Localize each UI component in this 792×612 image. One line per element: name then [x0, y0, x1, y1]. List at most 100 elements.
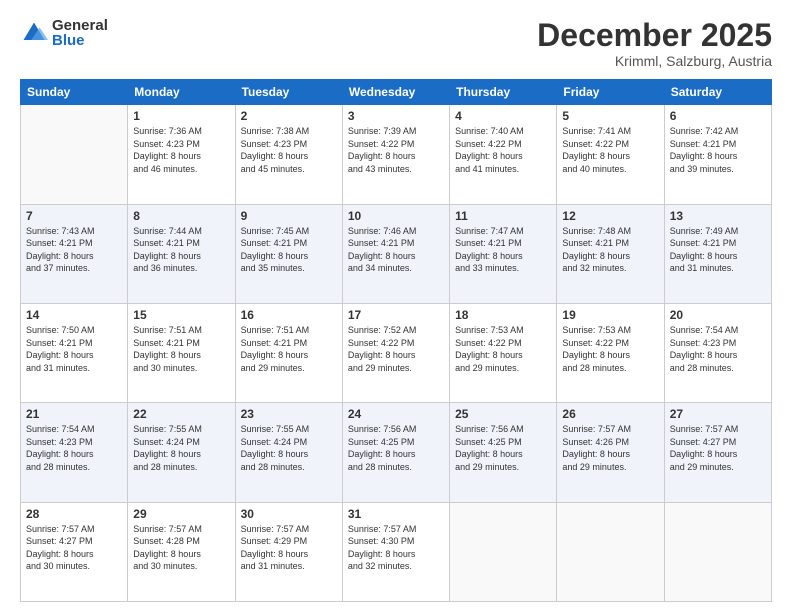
day-info: Sunrise: 7:57 AM Sunset: 4:26 PM Dayligh…	[562, 423, 658, 473]
day-number: 1	[133, 109, 229, 123]
logo-icon	[20, 19, 48, 47]
calendar-cell: 21 Sunrise: 7:54 AM Sunset: 4:23 PM Dayli…	[21, 403, 128, 502]
day-number: 3	[348, 109, 444, 123]
calendar-cell: 8 Sunrise: 7:44 AM Sunset: 4:21 PM Daylig…	[128, 204, 235, 303]
day-number: 30	[241, 507, 337, 521]
day-info: Sunrise: 7:57 AM Sunset: 4:27 PM Dayligh…	[670, 423, 766, 473]
day-info: Sunrise: 7:43 AM Sunset: 4:21 PM Dayligh…	[26, 225, 122, 275]
calendar-cell: 9 Sunrise: 7:45 AM Sunset: 4:21 PM Daylig…	[235, 204, 342, 303]
calendar-cell: 19 Sunrise: 7:53 AM Sunset: 4:22 PM Dayli…	[557, 303, 664, 402]
day-info: Sunrise: 7:45 AM Sunset: 4:21 PM Dayligh…	[241, 225, 337, 275]
day-info: Sunrise: 7:44 AM Sunset: 4:21 PM Dayligh…	[133, 225, 229, 275]
calendar-cell	[450, 502, 557, 601]
day-info: Sunrise: 7:51 AM Sunset: 4:21 PM Dayligh…	[241, 324, 337, 374]
day-info: Sunrise: 7:55 AM Sunset: 4:24 PM Dayligh…	[133, 423, 229, 473]
day-info: Sunrise: 7:57 AM Sunset: 4:27 PM Dayligh…	[26, 523, 122, 573]
calendar-cell: 6Sunrise: 7:42 AM Sunset: 4:21 PM Daylig…	[664, 105, 771, 204]
weekday-saturday: Saturday	[664, 80, 771, 105]
day-info: Sunrise: 7:50 AM Sunset: 4:21 PM Dayligh…	[26, 324, 122, 374]
calendar-cell: 3 Sunrise: 7:39 AM Sunset: 4:22 PM Daylig…	[342, 105, 449, 204]
day-info: Sunrise: 7:46 AM Sunset: 4:21 PM Dayligh…	[348, 225, 444, 275]
day-number: 16	[241, 308, 337, 322]
weekday-tuesday: Tuesday	[235, 80, 342, 105]
day-info: Sunrise: 7:48 AM Sunset: 4:21 PM Dayligh…	[562, 225, 658, 275]
day-number: 17	[348, 308, 444, 322]
day-number: 19	[562, 308, 658, 322]
day-number: 11	[455, 209, 551, 223]
day-number: 7	[26, 209, 122, 223]
day-number: 5	[562, 109, 658, 123]
day-number: 24	[348, 407, 444, 421]
location: Krimml, Salzburg, Austria	[537, 53, 772, 69]
day-number: 9	[241, 209, 337, 223]
day-number: 26	[562, 407, 658, 421]
calendar-cell: 16 Sunrise: 7:51 AM Sunset: 4:21 PM Dayli…	[235, 303, 342, 402]
header: General Blue December 2025 Krimml, Salzb…	[20, 18, 772, 69]
day-number: 8	[133, 209, 229, 223]
calendar-cell: 20Sunrise: 7:54 AM Sunset: 4:23 PM Dayli…	[664, 303, 771, 402]
weekday-monday: Monday	[128, 80, 235, 105]
weekday-header-row: SundayMondayTuesdayWednesdayThursdayFrid…	[21, 80, 772, 105]
weekday-wednesday: Wednesday	[342, 80, 449, 105]
day-info: Sunrise: 7:41 AM Sunset: 4:22 PM Dayligh…	[562, 125, 658, 175]
logo-blue: Blue	[52, 33, 108, 48]
day-info: Sunrise: 7:38 AM Sunset: 4:23 PM Dayligh…	[241, 125, 337, 175]
calendar-cell: 11 Sunrise: 7:47 AM Sunset: 4:21 PM Dayli…	[450, 204, 557, 303]
calendar-cell	[557, 502, 664, 601]
calendar-week-1: 7 Sunrise: 7:43 AM Sunset: 4:21 PM Daylig…	[21, 204, 772, 303]
calendar-cell	[664, 502, 771, 601]
calendar-cell: 1Sunrise: 7:36 AM Sunset: 4:23 PM Daylig…	[128, 105, 235, 204]
calendar-cell: 17Sunrise: 7:52 AM Sunset: 4:22 PM Dayli…	[342, 303, 449, 402]
month-title: December 2025	[537, 18, 772, 53]
logo-text: General Blue	[52, 18, 108, 48]
calendar-cell	[21, 105, 128, 204]
page: General Blue December 2025 Krimml, Salzb…	[0, 0, 792, 612]
logo-general: General	[52, 18, 108, 33]
day-number: 4	[455, 109, 551, 123]
day-number: 12	[562, 209, 658, 223]
calendar-week-4: 28 Sunrise: 7:57 AM Sunset: 4:27 PM Dayli…	[21, 502, 772, 601]
day-number: 6	[670, 109, 766, 123]
day-number: 22	[133, 407, 229, 421]
calendar-cell: 2Sunrise: 7:38 AM Sunset: 4:23 PM Daylig…	[235, 105, 342, 204]
day-info: Sunrise: 7:53 AM Sunset: 4:22 PM Dayligh…	[455, 324, 551, 374]
day-number: 21	[26, 407, 122, 421]
day-number: 18	[455, 308, 551, 322]
weekday-sunday: Sunday	[21, 80, 128, 105]
calendar-cell: 12 Sunrise: 7:48 AM Sunset: 4:21 PM Dayli…	[557, 204, 664, 303]
calendar-cell: 7 Sunrise: 7:43 AM Sunset: 4:21 PM Daylig…	[21, 204, 128, 303]
day-info: Sunrise: 7:56 AM Sunset: 4:25 PM Dayligh…	[348, 423, 444, 473]
day-info: Sunrise: 7:57 AM Sunset: 4:28 PM Dayligh…	[133, 523, 229, 573]
calendar-cell: 26 Sunrise: 7:57 AM Sunset: 4:26 PM Dayli…	[557, 403, 664, 502]
day-info: Sunrise: 7:49 AM Sunset: 4:21 PM Dayligh…	[670, 225, 766, 275]
day-number: 31	[348, 507, 444, 521]
day-number: 14	[26, 308, 122, 322]
calendar-cell: 23 Sunrise: 7:55 AM Sunset: 4:24 PM Dayli…	[235, 403, 342, 502]
calendar-cell: 22 Sunrise: 7:55 AM Sunset: 4:24 PM Dayli…	[128, 403, 235, 502]
calendar: SundayMondayTuesdayWednesdayThursdayFrid…	[20, 79, 772, 602]
calendar-cell: 29Sunrise: 7:57 AM Sunset: 4:28 PM Dayli…	[128, 502, 235, 601]
day-info: Sunrise: 7:53 AM Sunset: 4:22 PM Dayligh…	[562, 324, 658, 374]
day-number: 23	[241, 407, 337, 421]
calendar-cell: 14 Sunrise: 7:50 AM Sunset: 4:21 PM Dayli…	[21, 303, 128, 402]
logo: General Blue	[20, 18, 108, 48]
day-info: Sunrise: 7:47 AM Sunset: 4:21 PM Dayligh…	[455, 225, 551, 275]
day-info: Sunrise: 7:55 AM Sunset: 4:24 PM Dayligh…	[241, 423, 337, 473]
day-number: 13	[670, 209, 766, 223]
calendar-cell: 25 Sunrise: 7:56 AM Sunset: 4:25 PM Dayli…	[450, 403, 557, 502]
day-info: Sunrise: 7:40 AM Sunset: 4:22 PM Dayligh…	[455, 125, 551, 175]
day-info: Sunrise: 7:56 AM Sunset: 4:25 PM Dayligh…	[455, 423, 551, 473]
day-number: 10	[348, 209, 444, 223]
weekday-thursday: Thursday	[450, 80, 557, 105]
calendar-cell: 31 Sunrise: 7:57 AM Sunset: 4:30 PM Dayli…	[342, 502, 449, 601]
title-area: December 2025 Krimml, Salzburg, Austria	[537, 18, 772, 69]
calendar-cell: 28 Sunrise: 7:57 AM Sunset: 4:27 PM Dayli…	[21, 502, 128, 601]
day-info: Sunrise: 7:57 AM Sunset: 4:30 PM Dayligh…	[348, 523, 444, 573]
day-number: 28	[26, 507, 122, 521]
calendar-week-3: 21 Sunrise: 7:54 AM Sunset: 4:23 PM Dayli…	[21, 403, 772, 502]
day-info: Sunrise: 7:39 AM Sunset: 4:22 PM Dayligh…	[348, 125, 444, 175]
calendar-cell: 27Sunrise: 7:57 AM Sunset: 4:27 PM Dayli…	[664, 403, 771, 502]
day-number: 25	[455, 407, 551, 421]
day-info: Sunrise: 7:54 AM Sunset: 4:23 PM Dayligh…	[26, 423, 122, 473]
calendar-week-0: 1Sunrise: 7:36 AM Sunset: 4:23 PM Daylig…	[21, 105, 772, 204]
